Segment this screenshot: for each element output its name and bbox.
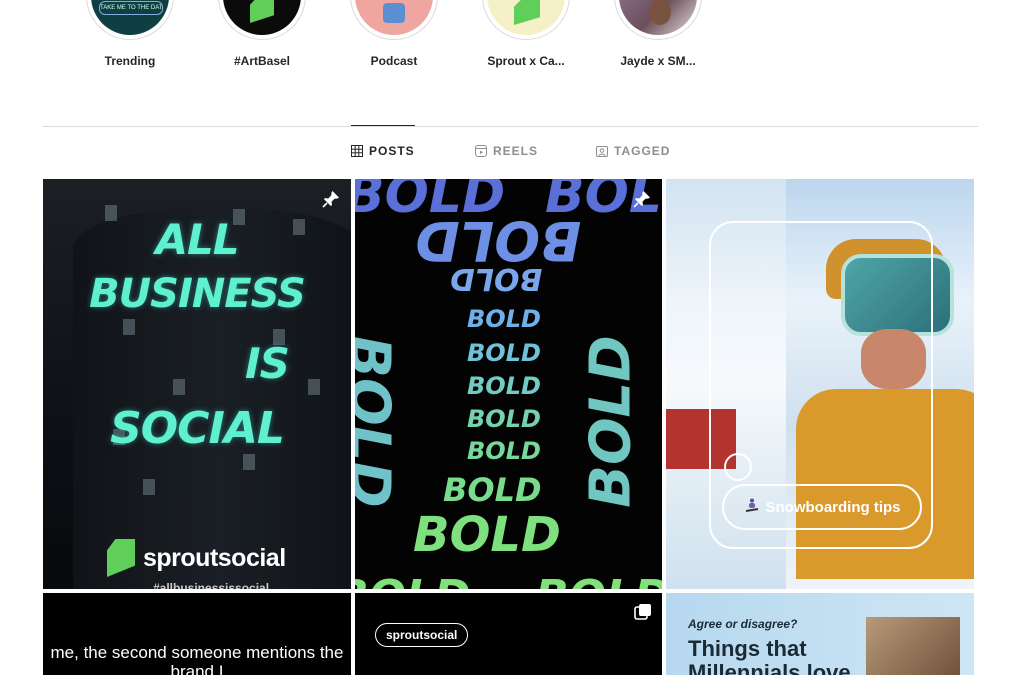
bold-word: BOLD [467,437,541,465]
highlight-label: Trending [104,54,156,68]
tab-tagged[interactable]: TAGGED [596,126,670,176]
highlight-cover [355,0,433,35]
bold-word: BOLD [467,405,541,433]
window [243,454,255,470]
tab-label: TAGGED [614,144,671,158]
story-highlights: TAKE ME TO THE DATA Trending #ArtBasel P… [64,0,764,80]
sprout-logo-icon [250,0,274,23]
highlight-label: #ArtBasel [233,54,291,68]
post-all-business-is-social[interactable]: ALL BUSINESS IS SOCIAL sproutsocial #all… [43,179,351,589]
sprout-logo-icon [514,0,540,25]
highlight-label: Sprout x Ca... [487,54,565,68]
highlight-cover [223,0,301,35]
highlight-ring [614,0,702,40]
profile-face [649,0,671,25]
highlight-label: Podcast [370,54,418,68]
bold-word: BOLD [413,507,561,563]
headline-text: Things that Millennials love [688,636,851,675]
post-snowboarding-tips[interactable]: Snowboarding tips [666,179,974,589]
person-photo [866,617,960,675]
hashtag-text: #allbusinessissocial [153,581,270,589]
question-text: Agree or disagree? [688,617,798,631]
bold-word: BOLD [450,261,543,296]
tab-reels[interactable]: REELS [475,126,538,176]
pill-label: Snowboarding tips [765,498,901,516]
sproutsocial-logo: sproutsocial [107,539,286,577]
sprout-leaf-icon [107,539,135,577]
highlight-ring [482,0,570,40]
reels-icon [475,145,487,157]
headline-line: SOCIAL [110,403,285,454]
highlight-ring [218,0,306,40]
carousel-icon [634,603,652,626]
window [123,319,135,335]
highlight-cover [619,0,697,35]
pin-icon [632,189,652,214]
highlight-label: Jayde x SM... [620,54,696,68]
bold-word: BOLD [355,571,471,589]
highlight-cover: TAKE ME TO THE DATA [91,0,169,35]
post-meme[interactable]: me, the second someone mentions the bran… [43,593,351,675]
highlight-ring: TAKE ME TO THE DATA [86,0,174,40]
record-circle-icon [724,453,752,481]
meme-caption: me, the second someone mentions the bran… [50,643,344,675]
bold-word: BOLD [467,305,541,333]
sproutsocial-badge: sproutsocial [375,623,469,647]
profile-tabs: POSTS REELS TAGGED [0,125,1020,176]
bold-word: BOLD [467,339,541,367]
snowboarder-emoji-icon [744,497,760,517]
headline-line: IS [245,339,290,388]
tab-posts[interactable]: POSTS [351,125,415,176]
tagged-icon [596,145,608,157]
brand-wordmark: sproutsocial [143,543,286,572]
building-image [73,209,351,589]
bold-word: BOLD [467,372,541,400]
bold-word: BOLD [578,335,644,508]
snowboarding-tips-pill: Snowboarding tips [722,484,922,530]
post-bold[interactable]: BOLD BOLD BOLD BOLD BOLD BOLD BOLD BOLD … [355,179,662,589]
post-millennials[interactable]: Agree or disagree? Things that Millennia… [666,593,974,675]
headline-line: BUSINESS [89,271,306,317]
highlight-cover [487,0,565,35]
tab-label: REELS [493,144,539,158]
post-sproutsocial-carousel[interactable]: sproutsocial [355,593,662,675]
podcast-art-icon [383,3,405,23]
window [143,479,155,495]
highlight-ring [350,0,438,40]
bold-word: BOLD [535,571,662,589]
highlight-cover-text: TAKE ME TO THE DATA [99,1,163,15]
pin-icon [321,189,341,214]
bold-word: BOLD [443,471,542,509]
grid-icon [351,145,363,157]
headline-line: ALL [155,215,239,264]
bold-word: BOLD [355,335,402,508]
tab-label: POSTS [369,144,415,158]
